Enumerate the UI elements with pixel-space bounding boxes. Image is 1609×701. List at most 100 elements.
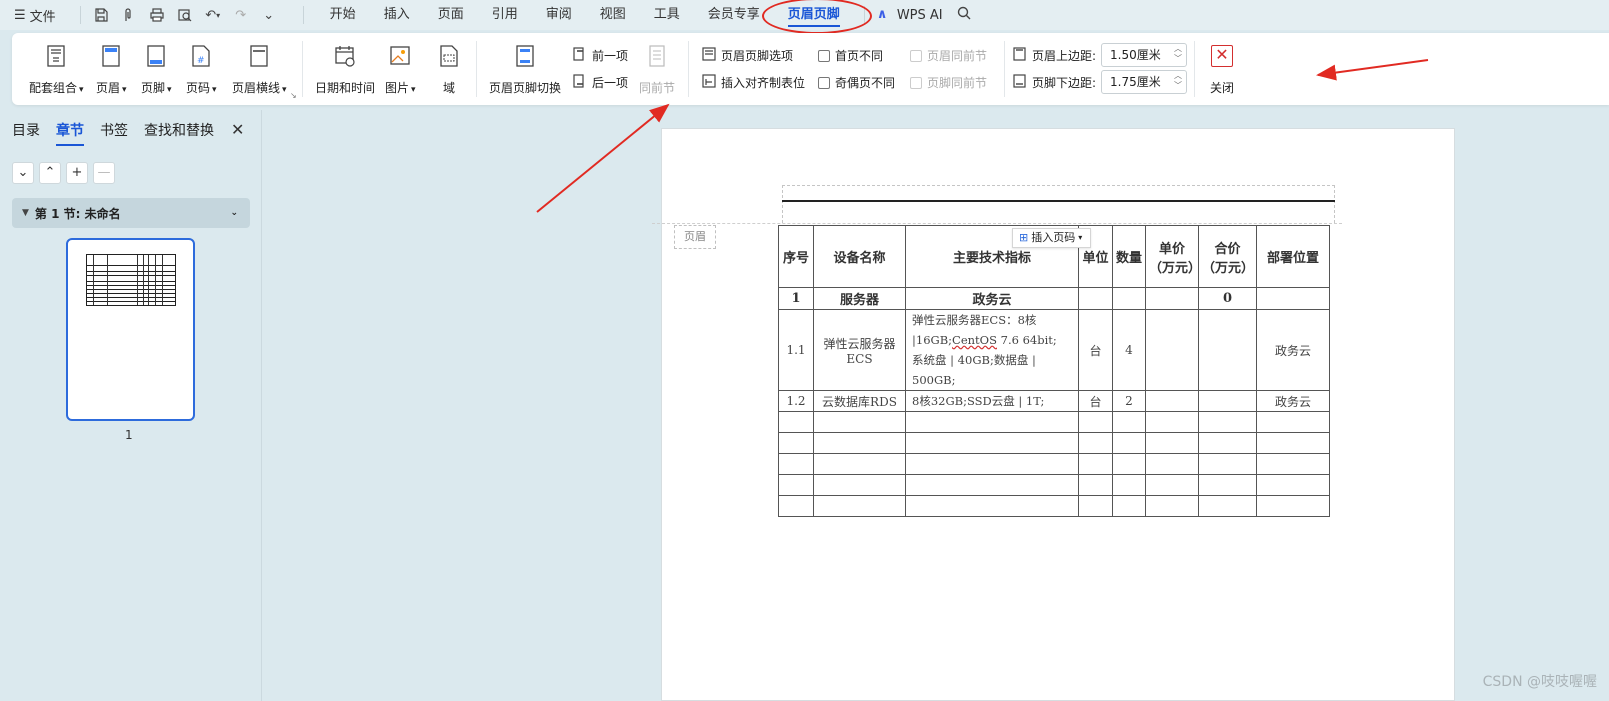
spec-line: 7.6 64bit; [996, 333, 1057, 347]
tab-page[interactable]: 页面 [424, 0, 478, 30]
page-number-icon: ⊞ [1019, 231, 1029, 244]
wps-ai-button[interactable]: ∧ WPS AI [863, 6, 971, 24]
table-cell: 4 [1112, 309, 1146, 391]
tab-insert[interactable]: 插入 [370, 0, 424, 30]
next-item-button[interactable]: 后一项 [573, 74, 628, 91]
footer-button[interactable]: 页脚 ▾ [141, 43, 172, 96]
close-pane-icon[interactable]: ✕ [231, 120, 244, 139]
table-cell: 弹性云服务器ECS [813, 309, 906, 391]
pane-tab-bookmarks[interactable]: 书签 [100, 120, 128, 140]
insert-page-number-label: 插入页码 [1031, 231, 1076, 244]
dialog-launcher-icon[interactable]: ↘ [290, 91, 297, 100]
table-row: 1.2 云数据库RDS 8核32GB;SSD云盘 | 1T; 台 2 政务云 [778, 390, 1330, 412]
options-label: 页眉页脚选项 [721, 49, 794, 63]
switch-header-footer-button[interactable]: 页眉页脚切换 [489, 43, 561, 96]
page-number-button[interactable]: # 页码 ▾ [186, 43, 217, 96]
combo-label: 配套组合 [29, 81, 78, 95]
table-row-empty [778, 432, 1330, 454]
ribbon: 配套组合 ▾ 页眉 ▾ 页脚 ▾ # 页码 ▾ 页眉横线 ▾ ↘ 日期和时间 图片 ▾ 域 … [12, 33, 1609, 105]
insert-align-tab-button[interactable]: 插入对齐制表位 [702, 74, 805, 91]
prev-item-icon [573, 47, 587, 64]
pane-tab-find-replace[interactable]: 查找和替换 [144, 120, 214, 140]
odd-even-different-checkbox[interactable]: 奇偶页不同 [818, 74, 895, 91]
table-cell [1112, 287, 1146, 310]
header-same-as-prev-checkbox[interactable]: 页眉同前节 [910, 47, 987, 64]
spinner-arrows-icon[interactable]: ︿ ﹀ [1174, 71, 1182, 91]
combo-button[interactable]: 配套组合 ▾ [29, 43, 84, 96]
field-button[interactable]: 域 [437, 43, 461, 96]
same-as-previous-icon [645, 43, 669, 69]
file-menu[interactable]: ☰ 文件 [14, 6, 56, 25]
header-label: 页眉 [96, 81, 121, 95]
export-pdf-icon[interactable] [121, 7, 137, 23]
undo-icon[interactable]: ↶ ▾ [205, 7, 221, 23]
remove-section-icon[interactable]: — [93, 162, 115, 184]
header-boundary-line [652, 223, 1342, 224]
switch-label: 页眉页脚切换 [489, 81, 562, 95]
header-button[interactable]: 页眉 ▾ [96, 43, 127, 96]
quick-access-toolbar: ↶ ▾ ↷ ⌄ [79, 6, 277, 24]
datetime-button[interactable]: 日期和时间 [315, 43, 375, 96]
spinner-arrows-icon[interactable]: ︿ ﹀ [1174, 44, 1182, 64]
next-item-icon [573, 74, 587, 91]
header-footer-options-button[interactable]: 页眉页脚选项 [702, 47, 793, 64]
table-cell: 台 [1078, 390, 1113, 412]
table-cell: 2 [1112, 390, 1146, 412]
tab-view[interactable]: 视图 [586, 0, 640, 30]
print-preview-icon[interactable] [177, 7, 193, 23]
table-cell [1145, 287, 1199, 310]
header-margin-input[interactable]: 1.50厘米 ︿ ﹀ [1101, 43, 1187, 67]
chevron-down-icon[interactable]: ⌄ [230, 208, 238, 218]
add-section-icon[interactable]: + [66, 162, 88, 184]
tab-start[interactable]: 开始 [316, 0, 370, 30]
first-page-different-checkbox[interactable]: 首页不同 [818, 47, 883, 64]
header-margin-icon [1013, 47, 1027, 64]
table-cell [1256, 287, 1330, 310]
pane-tab-toc[interactable]: 目录 [12, 120, 40, 140]
table-cell: 1.1 [778, 309, 814, 391]
table-cell [1198, 309, 1257, 391]
table-cell: 政务云 [1256, 390, 1330, 412]
pane-tab-sections[interactable]: 章节 [56, 120, 84, 146]
image-button[interactable]: 图片 ▾ [385, 43, 416, 96]
header-margin-value: 1.50厘米 [1110, 48, 1161, 62]
chevron-down-icon[interactable]: ⌄ [261, 7, 277, 23]
spec-line: 弹性云服务器ECS：8核 [912, 313, 1037, 327]
save-icon[interactable] [93, 7, 109, 23]
table-cell [1198, 390, 1257, 412]
header-edit-area[interactable] [782, 185, 1335, 223]
document-page[interactable]: 页眉 序号 设备名称 主要技术指标 单位 数量 单价（万元） 合价（万元） 部署… [652, 128, 1455, 701]
insert-page-number-button[interactable]: ⊞ 插入页码 ▾ [1012, 228, 1092, 248]
prev-item-button[interactable]: 前一项 [573, 47, 628, 64]
spec-line: |16GB; [912, 333, 953, 347]
table-cell: 服务器 [813, 287, 906, 310]
tab-references[interactable]: 引用 [478, 0, 532, 30]
footer-margin-input[interactable]: 1.75厘米 ︿ ﹀ [1101, 70, 1187, 94]
header-line-label: 页眉横线 [232, 81, 281, 95]
header-line-button[interactable]: 页眉横线 ▾ [232, 43, 287, 96]
svg-text:#: # [197, 56, 205, 66]
redo-icon[interactable]: ↷ [233, 7, 249, 23]
search-icon[interactable] [957, 6, 971, 24]
collapse-triangle-icon[interactable]: ▼ [22, 208, 29, 218]
thumbnail-page-number: 1 [125, 428, 133, 442]
footer-same-as-prev-checkbox[interactable]: 页脚同前节 [910, 74, 987, 91]
same-as-previous-button[interactable]: 同前节 [639, 43, 675, 96]
close-button[interactable]: ✕ 关闭 [1210, 43, 1234, 96]
header-tag: 页眉 [674, 225, 716, 249]
chevron-down-icon[interactable]: ⌄ [12, 162, 34, 184]
table-row: 1 服务器 政务云 0 [778, 287, 1330, 310]
equipment-table[interactable]: 序号 设备名称 主要技术指标 单位 数量 单价（万元） 合价（万元） 部署位置 … [778, 225, 1330, 517]
page-thumbnail[interactable] [66, 238, 195, 421]
print-icon[interactable] [149, 7, 165, 23]
table-header-cell: 部署位置 [1256, 225, 1330, 288]
tab-review[interactable]: 审阅 [532, 0, 586, 30]
wps-ai-label: WPS AI [896, 7, 943, 23]
table-header-cell: 序号 [778, 225, 814, 288]
switch-icon [513, 43, 537, 69]
section-item[interactable]: ▼ 第 1 节: 未命名 ⌄ [12, 198, 250, 228]
tab-tools[interactable]: 工具 [640, 0, 694, 30]
table-header-cell: 数量 [1112, 225, 1146, 288]
header-line-icon [247, 43, 271, 69]
chevron-up-icon[interactable]: ⌃ [39, 162, 61, 184]
